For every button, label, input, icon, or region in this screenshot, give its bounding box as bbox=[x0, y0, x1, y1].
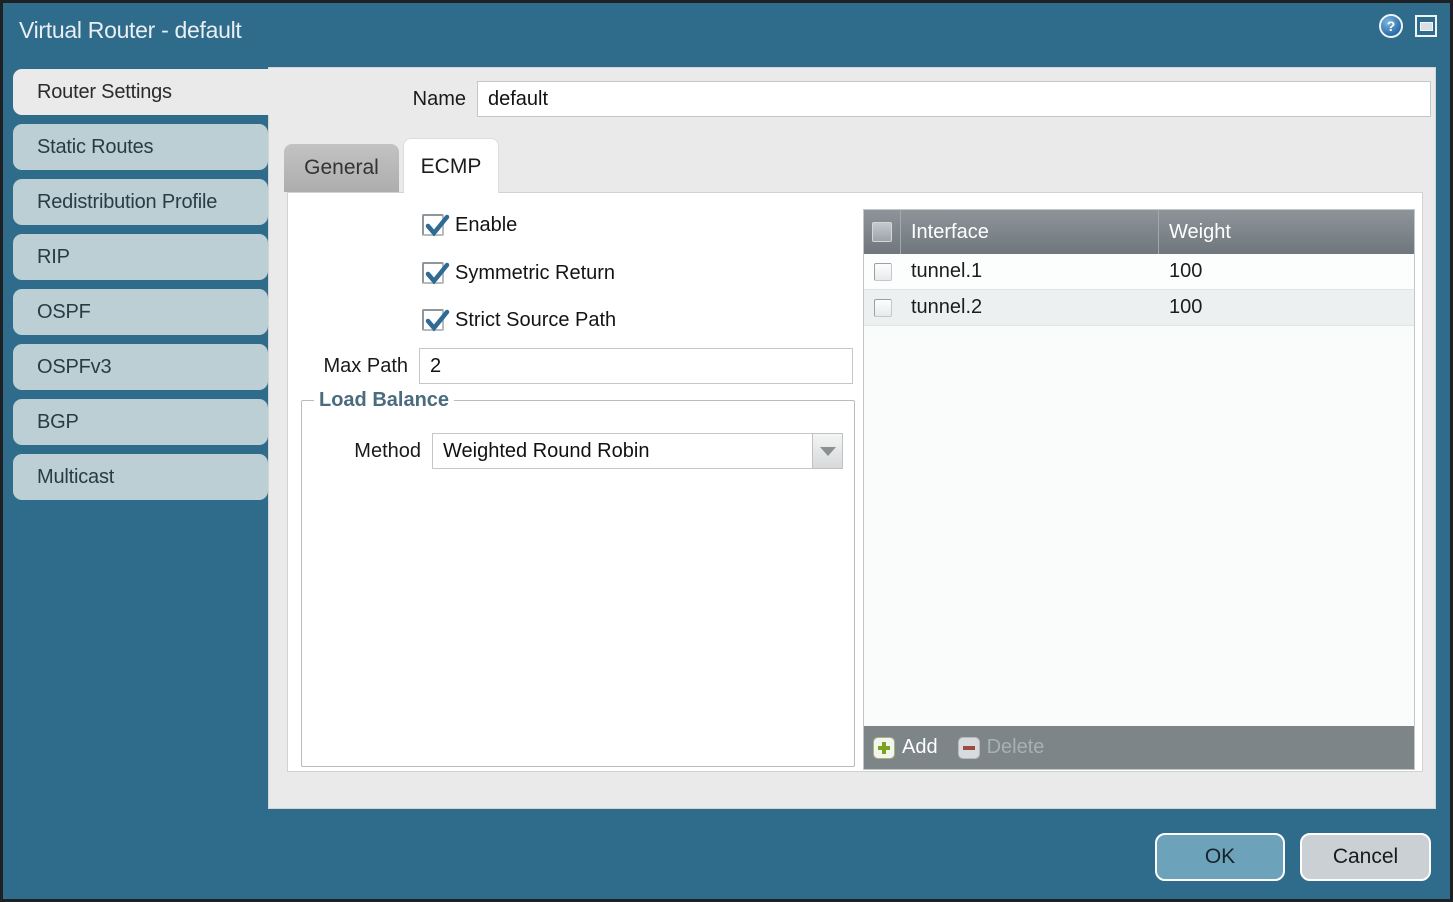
table-row[interactable]: tunnel.2 100 bbox=[864, 290, 1414, 326]
cell-interface: tunnel.1 bbox=[901, 260, 1159, 283]
table-row[interactable]: tunnel.1 100 bbox=[864, 254, 1414, 290]
table-header: Interface Weight bbox=[864, 210, 1414, 254]
method-value: Weighted Round Robin bbox=[432, 433, 812, 469]
plus-icon bbox=[873, 737, 895, 759]
cell-interface: tunnel.2 bbox=[901, 296, 1159, 319]
virtual-router-dialog: Virtual Router - default ? Router Settin… bbox=[0, 0, 1453, 902]
cell-weight: 100 bbox=[1159, 260, 1414, 283]
check-icon bbox=[424, 308, 450, 334]
header-checkbox-cell bbox=[864, 210, 901, 254]
enable-checkbox[interactable] bbox=[422, 214, 444, 236]
strict-source-path-label: Strict Source Path bbox=[455, 309, 616, 332]
minus-icon bbox=[958, 737, 980, 759]
enable-label: Enable bbox=[455, 214, 517, 237]
chevron-down-icon[interactable] bbox=[812, 433, 843, 469]
add-button[interactable]: Add bbox=[873, 736, 938, 759]
cancel-button[interactable]: Cancel bbox=[1300, 833, 1431, 881]
check-icon bbox=[424, 261, 450, 287]
dialog-title: Virtual Router - default bbox=[19, 3, 242, 57]
ok-button[interactable]: OK bbox=[1155, 833, 1285, 881]
symmetric-return-row: Symmetric Return bbox=[422, 261, 615, 285]
sidebar-item-ospf[interactable]: OSPF bbox=[13, 289, 268, 335]
sidebar-item-router-settings[interactable]: Router Settings bbox=[13, 69, 299, 115]
delete-button-label: Delete bbox=[987, 736, 1045, 759]
tab-general[interactable]: General bbox=[284, 144, 399, 192]
cell-weight: 100 bbox=[1159, 296, 1414, 319]
interface-weight-table: Interface Weight tunnel.1 100 tunnel.2 1… bbox=[863, 209, 1415, 770]
max-path-input[interactable] bbox=[419, 348, 853, 384]
sidebar-item-redistribution-profile[interactable]: Redistribution Profile bbox=[13, 179, 268, 225]
sidebar-item-multicast[interactable]: Multicast bbox=[13, 454, 268, 500]
name-input[interactable] bbox=[477, 81, 1431, 117]
name-label: Name bbox=[369, 81, 466, 117]
row-checkbox[interactable] bbox=[874, 299, 892, 317]
table-footer: Add Delete bbox=[864, 726, 1414, 769]
max-path-label: Max Path bbox=[288, 348, 408, 384]
window-restore-icon[interactable] bbox=[1415, 15, 1437, 37]
strict-source-path-row: Strict Source Path bbox=[422, 308, 616, 332]
select-all-checkbox[interactable] bbox=[872, 222, 892, 242]
sidebar-item-bgp[interactable]: BGP bbox=[13, 399, 268, 445]
row-checkbox[interactable] bbox=[874, 263, 892, 281]
enable-row: Enable bbox=[422, 213, 517, 237]
tab-ecmp[interactable]: ECMP bbox=[403, 138, 499, 193]
sidebar-item-rip[interactable]: RIP bbox=[13, 234, 268, 280]
load-balance-legend: Load Balance bbox=[314, 389, 454, 412]
column-header-interface[interactable]: Interface bbox=[901, 210, 1159, 254]
method-label: Method bbox=[301, 433, 421, 469]
content-panel: Name General ECMP Enable Symmetric Retur… bbox=[268, 67, 1436, 809]
add-button-label: Add bbox=[902, 736, 938, 759]
sidebar-item-ospfv3[interactable]: OSPFv3 bbox=[13, 344, 268, 390]
delete-button[interactable]: Delete bbox=[958, 736, 1045, 759]
help-icon[interactable]: ? bbox=[1379, 14, 1403, 38]
dialog-titlebar: Virtual Router - default ? bbox=[3, 3, 1450, 57]
symmetric-return-label: Symmetric Return bbox=[455, 262, 615, 285]
ecmp-tab-panel: Enable Symmetric Return Strict Source Pa… bbox=[287, 192, 1423, 772]
sidebar: Router Settings Static Routes Redistribu… bbox=[13, 69, 268, 509]
check-icon bbox=[424, 213, 450, 239]
window-restore-glyph bbox=[1420, 22, 1433, 31]
method-combobox[interactable]: Weighted Round Robin bbox=[432, 433, 843, 469]
symmetric-return-checkbox[interactable] bbox=[422, 262, 444, 284]
column-header-weight[interactable]: Weight bbox=[1159, 210, 1414, 254]
sidebar-item-static-routes[interactable]: Static Routes bbox=[13, 124, 268, 170]
strict-source-path-checkbox[interactable] bbox=[422, 309, 444, 331]
